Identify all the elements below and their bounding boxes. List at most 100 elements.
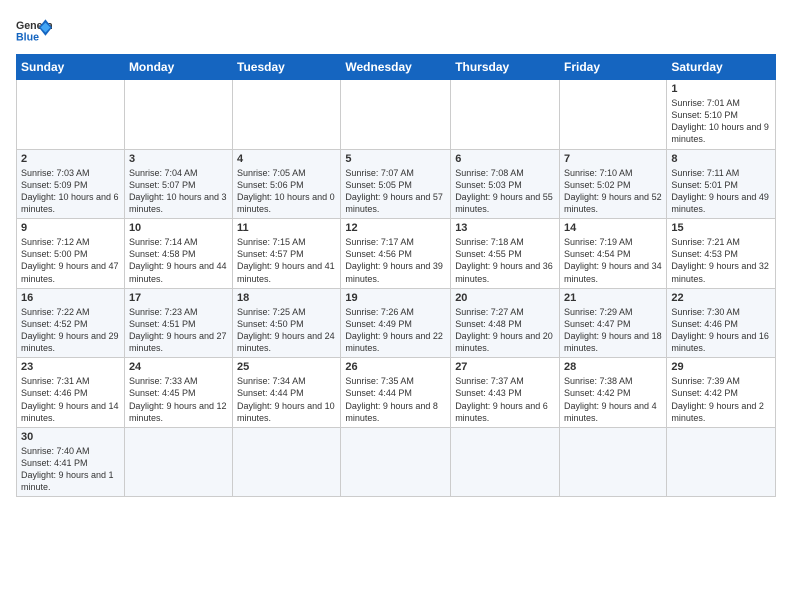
calendar-cell: 29Sunrise: 7:39 AM Sunset: 4:42 PM Dayli… <box>667 358 776 428</box>
day-info: Sunrise: 7:39 AM Sunset: 4:42 PM Dayligh… <box>671 375 771 424</box>
weekday-header-row: SundayMondayTuesdayWednesdayThursdayFrid… <box>17 55 776 80</box>
day-number: 8 <box>671 153 771 165</box>
calendar-cell: 30 Sunrise: 7:40 AM Sunset: 4:41 PM Dayli… <box>17 427 125 497</box>
day-info: Sunrise: 7:12 AM Sunset: 5:00 PM Dayligh… <box>21 236 120 285</box>
calendar-cell <box>124 80 232 150</box>
day-info: Sunrise: 7:37 AM Sunset: 4:43 PM Dayligh… <box>455 375 555 424</box>
day-number: 6 <box>455 153 555 165</box>
calendar-cell: 10Sunrise: 7:14 AM Sunset: 4:58 PM Dayli… <box>124 219 232 289</box>
day-info: Sunrise: 7:21 AM Sunset: 4:53 PM Dayligh… <box>671 236 771 285</box>
day-number: 21 <box>564 292 662 304</box>
day-number: 5 <box>345 153 446 165</box>
week-row-3: 9 Sunrise: 7:12 AM Sunset: 5:00 PM Daylig… <box>17 219 776 289</box>
calendar-cell: 21 Sunrise: 7:29 AM Sunset: 4:47 PM Dayli… <box>560 288 667 358</box>
day-number: 10 <box>129 222 228 234</box>
calendar-cell: 9 Sunrise: 7:12 AM Sunset: 5:00 PM Daylig… <box>17 219 125 289</box>
page: General Blue SundayMondayTuesdayWednesda… <box>0 0 792 612</box>
day-info: Sunrise: 7:25 AM Sunset: 4:50 PM Dayligh… <box>237 306 336 355</box>
day-info: Sunrise: 7:33 AM Sunset: 4:45 PM Dayligh… <box>129 375 228 424</box>
day-info: Sunrise: 7:31 AM Sunset: 4:46 PM Dayligh… <box>21 375 120 424</box>
day-number: 25 <box>237 361 336 373</box>
calendar-cell: 23 Sunrise: 7:31 AM Sunset: 4:46 PM Dayli… <box>17 358 125 428</box>
day-info: Sunrise: 7:15 AM Sunset: 4:57 PM Dayligh… <box>237 236 336 285</box>
calendar-cell <box>233 80 341 150</box>
day-info: Sunrise: 7:11 AM Sunset: 5:01 PM Dayligh… <box>671 167 771 216</box>
day-info: Sunrise: 7:10 AM Sunset: 5:02 PM Dayligh… <box>564 167 662 216</box>
day-number: 23 <box>21 361 120 373</box>
calendar-cell <box>451 427 560 497</box>
calendar-cell: 24 Sunrise: 7:33 AM Sunset: 4:45 PM Dayli… <box>124 358 232 428</box>
calendar-cell: 11 Sunrise: 7:15 AM Sunset: 4:57 PM Dayli… <box>233 219 341 289</box>
calendar-cell: 20Sunrise: 7:27 AM Sunset: 4:48 PM Dayli… <box>451 288 560 358</box>
day-number: 12 <box>345 222 446 234</box>
calendar-cell: 19 Sunrise: 7:26 AM Sunset: 4:49 PM Dayli… <box>341 288 451 358</box>
calendar-cell: 18 Sunrise: 7:25 AM Sunset: 4:50 PM Dayli… <box>233 288 341 358</box>
calendar-cell: 22 Sunrise: 7:30 AM Sunset: 4:46 PM Dayli… <box>667 288 776 358</box>
week-row-4: 16 Sunrise: 7:22 AM Sunset: 4:52 PM Dayli… <box>17 288 776 358</box>
day-info: Sunrise: 7:38 AM Sunset: 4:42 PM Dayligh… <box>564 375 662 424</box>
weekday-monday: Monday <box>124 55 232 80</box>
day-number: 30 <box>21 431 120 443</box>
day-info: Sunrise: 7:04 AM Sunset: 5:07 PM Dayligh… <box>129 167 228 216</box>
day-number: 24 <box>129 361 228 373</box>
week-row-5: 23 Sunrise: 7:31 AM Sunset: 4:46 PM Dayli… <box>17 358 776 428</box>
calendar-cell: 6 Sunrise: 7:08 AM Sunset: 5:03 PM Daylig… <box>451 149 560 219</box>
calendar-cell: 4 Sunrise: 7:05 AM Sunset: 5:06 PM Daylig… <box>233 149 341 219</box>
day-info: Sunrise: 7:26 AM Sunset: 4:49 PM Dayligh… <box>345 306 446 355</box>
day-info: Sunrise: 7:03 AM Sunset: 5:09 PM Dayligh… <box>21 167 120 216</box>
weekday-thursday: Thursday <box>451 55 560 80</box>
day-info: Sunrise: 7:05 AM Sunset: 5:06 PM Dayligh… <box>237 167 336 216</box>
day-info: Sunrise: 7:29 AM Sunset: 4:47 PM Dayligh… <box>564 306 662 355</box>
day-info: Sunrise: 7:23 AM Sunset: 4:51 PM Dayligh… <box>129 306 228 355</box>
day-number: 7 <box>564 153 662 165</box>
day-number: 9 <box>21 222 120 234</box>
weekday-sunday: Sunday <box>17 55 125 80</box>
day-number: 13 <box>455 222 555 234</box>
day-number: 16 <box>21 292 120 304</box>
day-number: 20 <box>455 292 555 304</box>
calendar-cell: 17 Sunrise: 7:23 AM Sunset: 4:51 PM Dayli… <box>124 288 232 358</box>
day-info: Sunrise: 7:18 AM Sunset: 4:55 PM Dayligh… <box>455 236 555 285</box>
calendar-cell: 2 Sunrise: 7:03 AM Sunset: 5:09 PM Daylig… <box>17 149 125 219</box>
calendar-cell: 16 Sunrise: 7:22 AM Sunset: 4:52 PM Dayli… <box>17 288 125 358</box>
day-number: 14 <box>564 222 662 234</box>
day-number: 22 <box>671 292 771 304</box>
calendar-cell <box>560 427 667 497</box>
day-number: 17 <box>129 292 228 304</box>
day-number: 4 <box>237 153 336 165</box>
week-row-1: 1 Sunrise: 7:01 AM Sunset: 5:10 PM Daylig… <box>17 80 776 150</box>
calendar-cell: 12Sunrise: 7:17 AM Sunset: 4:56 PM Dayli… <box>341 219 451 289</box>
calendar-cell: 26 Sunrise: 7:35 AM Sunset: 4:44 PM Dayli… <box>341 358 451 428</box>
day-number: 19 <box>345 292 446 304</box>
day-info: Sunrise: 7:35 AM Sunset: 4:44 PM Dayligh… <box>345 375 446 424</box>
day-number: 26 <box>345 361 446 373</box>
day-number: 11 <box>237 222 336 234</box>
calendar-cell <box>17 80 125 150</box>
calendar-cell <box>451 80 560 150</box>
day-number: 1 <box>671 83 771 95</box>
day-info: Sunrise: 7:19 AM Sunset: 4:54 PM Dayligh… <box>564 236 662 285</box>
logo: General Blue <box>16 16 52 44</box>
calendar: SundayMondayTuesdayWednesdayThursdayFrid… <box>16 54 776 497</box>
day-info: Sunrise: 7:30 AM Sunset: 4:46 PM Dayligh… <box>671 306 771 355</box>
day-number: 2 <box>21 153 120 165</box>
day-info: Sunrise: 7:07 AM Sunset: 5:05 PM Dayligh… <box>345 167 446 216</box>
day-number: 18 <box>237 292 336 304</box>
calendar-cell <box>560 80 667 150</box>
day-info: Sunrise: 7:01 AM Sunset: 5:10 PM Dayligh… <box>671 97 771 146</box>
header: General Blue <box>16 16 776 44</box>
day-info: Sunrise: 7:34 AM Sunset: 4:44 PM Dayligh… <box>237 375 336 424</box>
calendar-cell: 27Sunrise: 7:37 AM Sunset: 4:43 PM Dayli… <box>451 358 560 428</box>
calendar-cell <box>124 427 232 497</box>
calendar-cell: 13 Sunrise: 7:18 AM Sunset: 4:55 PM Dayli… <box>451 219 560 289</box>
weekday-friday: Friday <box>560 55 667 80</box>
day-info: Sunrise: 7:08 AM Sunset: 5:03 PM Dayligh… <box>455 167 555 216</box>
calendar-cell: 1 Sunrise: 7:01 AM Sunset: 5:10 PM Daylig… <box>667 80 776 150</box>
generalblue-logo-icon: General Blue <box>16 16 52 44</box>
weekday-tuesday: Tuesday <box>233 55 341 80</box>
calendar-cell: 15Sunrise: 7:21 AM Sunset: 4:53 PM Dayli… <box>667 219 776 289</box>
calendar-cell: 28 Sunrise: 7:38 AM Sunset: 4:42 PM Dayli… <box>560 358 667 428</box>
day-number: 28 <box>564 361 662 373</box>
day-info: Sunrise: 7:40 AM Sunset: 4:41 PM Dayligh… <box>21 445 120 494</box>
day-info: Sunrise: 7:22 AM Sunset: 4:52 PM Dayligh… <box>21 306 120 355</box>
